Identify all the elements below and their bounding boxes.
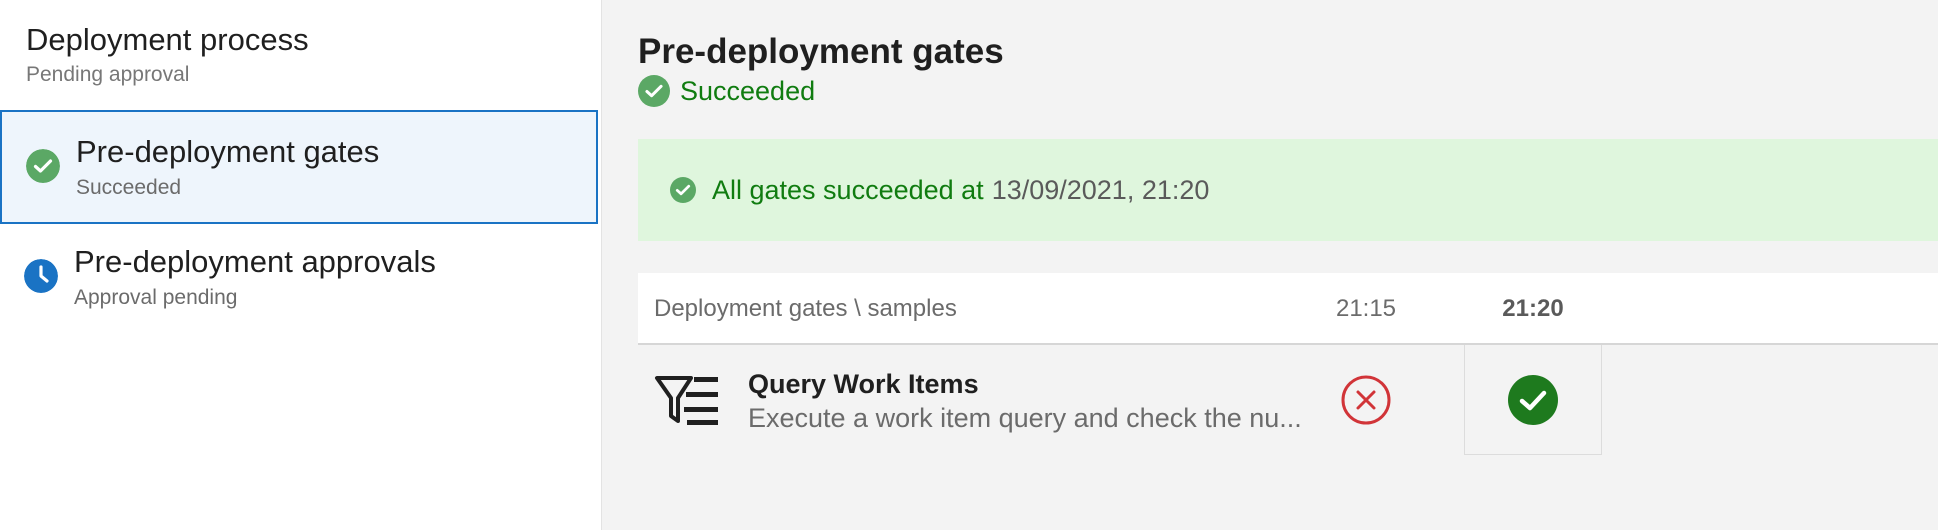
check-circle-icon [638, 75, 670, 107]
banner-text: All gates succeeded at [712, 174, 984, 205]
gates-table: Deployment gates \ samples 21:15 21:20 Q… [638, 273, 1938, 455]
step-title: Pre-deployment gates [76, 134, 380, 169]
check-circle-icon [670, 177, 696, 203]
sidebar: Deployment process Pending approval Pre-… [0, 0, 602, 530]
failed-x-circle-icon [1341, 375, 1391, 425]
gate-title: Query Work Items [748, 369, 979, 399]
step-title: Pre-deployment approvals [74, 244, 436, 279]
filter-list-icon [655, 376, 718, 425]
table-header: Deployment gates \ samples 21:15 21:20 [638, 273, 1938, 345]
section-title: Deployment process [26, 22, 309, 57]
step-pre-deployment-gates[interactable]: Pre-deployment gates Succeeded [0, 110, 598, 224]
main-panel: Pre-deployment gates Succeeded All gates… [603, 0, 1938, 530]
check-circle-icon [26, 149, 60, 183]
column-header-time-selected[interactable]: 21:20 [1464, 273, 1602, 345]
status-badge: Succeeded [638, 73, 815, 109]
table-row[interactable]: Query Work Items Execute a work item que… [638, 345, 1938, 455]
step-subtitle: Succeeded [76, 176, 182, 199]
section-subtitle: Pending approval [26, 63, 190, 86]
column-header-gates: Deployment gates \ samples [654, 295, 957, 322]
clock-icon [24, 259, 58, 293]
banner-timestamp: 13/09/2021, 21:20 [991, 174, 1210, 205]
status-text: Succeeded [680, 75, 816, 106]
page-title: Pre-deployment gates [638, 32, 1004, 71]
deployment-process-header: Deployment process Pending approval [26, 20, 309, 90]
check-circle-icon [1508, 374, 1558, 425]
column-header-time[interactable]: 21:15 [1297, 273, 1435, 345]
gate-result-cell-selected[interactable] [1464, 345, 1602, 455]
step-pre-deployment-approvals[interactable]: Pre-deployment approvals Approval pendin… [0, 222, 598, 336]
gate-result-cell[interactable] [1297, 345, 1435, 455]
step-subtitle: Approval pending [74, 286, 238, 309]
success-banner: All gates succeeded at 13/09/2021, 21:20 [638, 139, 1938, 241]
gate-description: Execute a work item query and check the … [748, 403, 1302, 433]
